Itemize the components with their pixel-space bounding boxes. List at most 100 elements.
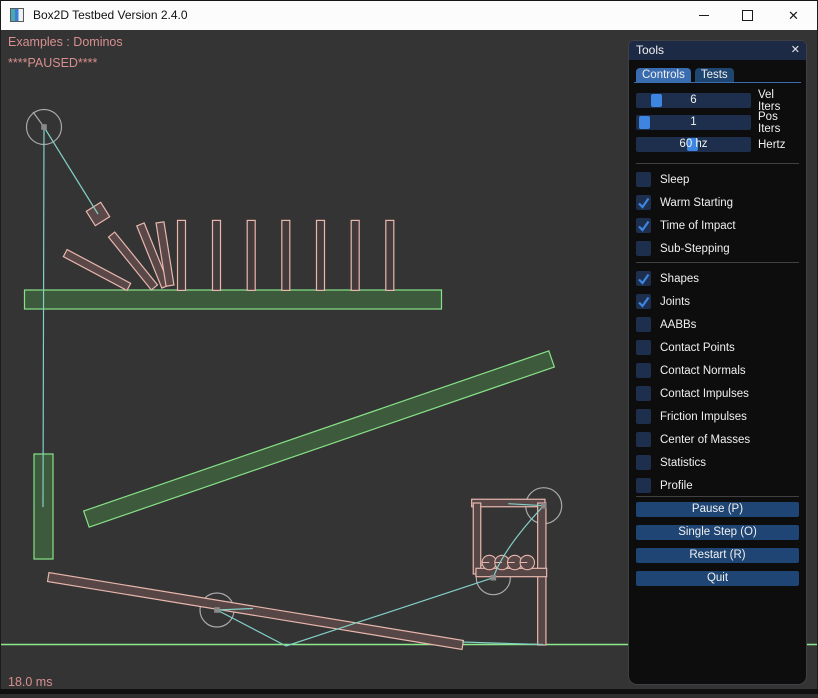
- tab-tests[interactable]: Tests: [695, 68, 734, 82]
- domino-standing[interactable]: [282, 220, 290, 290]
- domino-standing[interactable]: [213, 220, 221, 290]
- checkbox[interactable]: [636, 478, 651, 493]
- domino-platform[interactable]: [25, 290, 442, 309]
- checkbox[interactable]: [636, 172, 651, 187]
- checkbox[interactable]: [636, 241, 651, 256]
- checkbox-row-warm-starting: Warm Starting: [636, 195, 799, 210]
- checkbox[interactable]: [636, 409, 651, 424]
- single-step-o-button[interactable]: Single Step (O): [636, 525, 799, 540]
- action-buttons: Pause (P) Single Step (O) Restart (R) Quit: [636, 502, 799, 586]
- checkbox[interactable]: [636, 195, 651, 210]
- domino-fallen[interactable]: [63, 250, 130, 291]
- checkbox[interactable]: [636, 317, 651, 332]
- checkbox-row-friction-impulses: Friction Impulses: [636, 409, 799, 424]
- minimize-icon: [699, 15, 709, 16]
- maximize-icon: [742, 10, 753, 21]
- app-window: Box2D Testbed Version 2.4.0 ✕ Examples :…: [0, 0, 818, 698]
- checkbox-label: AABBs: [660, 319, 696, 331]
- panel-close-icon[interactable]: ✕: [791, 41, 800, 60]
- domino-standing[interactable]: [386, 220, 394, 290]
- seesaw-plank[interactable]: [48, 573, 464, 650]
- window-title: Box2D Testbed Version 2.4.0: [33, 0, 188, 30]
- separator: [636, 163, 799, 164]
- checkbox[interactable]: [636, 294, 651, 309]
- checkbox-label: Warm Starting: [660, 197, 733, 209]
- slider-label: Vel Iters: [758, 89, 799, 113]
- checkbox-label: Sub-Stepping: [660, 243, 730, 255]
- restart-r-button[interactable]: Restart (R): [636, 548, 799, 563]
- checkbox-label: Time of Impact: [660, 220, 736, 232]
- pause-p-button[interactable]: Pause (P): [636, 502, 799, 517]
- slider-label: Hertz: [758, 139, 785, 151]
- slider-track[interactable]: 6: [636, 93, 751, 108]
- window-border: [0, 0, 1, 698]
- paused-status-label: ****PAUSED****: [8, 56, 97, 70]
- close-button[interactable]: ✕: [771, 0, 816, 30]
- checkbox-label: Profile: [660, 480, 693, 492]
- slider-value: 1: [636, 115, 751, 130]
- tools-panel: Tools ✕ ControlsTests 6Vel Iters1Pos Ite…: [628, 40, 807, 685]
- slider-row-pos-iters: 1Pos Iters: [636, 115, 799, 130]
- checkbox-row-time-of-impact: Time of Impact: [636, 218, 799, 233]
- sim-options-group: Sleep Warm Starting Time of Impact Sub-Step…: [636, 172, 799, 256]
- tab-controls[interactable]: Controls: [636, 68, 691, 82]
- slider-value: 60 hz: [636, 137, 751, 152]
- checkbox-row-sub-stepping: Sub-Stepping: [636, 241, 799, 256]
- tab-bar: Controls Tests: [636, 68, 799, 82]
- checkbox[interactable]: [636, 455, 651, 470]
- checkbox-row-center-of-masses: Center of Masses: [636, 432, 799, 447]
- maximize-button[interactable]: [725, 0, 770, 30]
- minimize-button[interactable]: [681, 0, 726, 30]
- joint-line: [44, 127, 98, 214]
- checkbox-label: Shapes: [660, 273, 699, 285]
- separator: [636, 262, 799, 263]
- checkbox-label: Contact Impulses: [660, 388, 749, 400]
- checkbox[interactable]: [636, 432, 651, 447]
- domino-standing[interactable]: [178, 220, 186, 290]
- checkbox-row-joints: Joints: [636, 294, 799, 309]
- checkbox-label: Friction Impulses: [660, 411, 747, 423]
- slider-track[interactable]: 1: [636, 115, 751, 130]
- checkbox-label: Sleep: [660, 174, 689, 186]
- checkbox-label: Center of Masses: [660, 434, 750, 446]
- joint-anchor: [541, 503, 547, 509]
- domino-standing[interactable]: [247, 220, 255, 290]
- checkbox[interactable]: [636, 271, 651, 286]
- checkbox-row-statistics: Statistics: [636, 455, 799, 470]
- joint-anchor: [214, 607, 220, 613]
- checkbox-row-sleep: Sleep: [636, 172, 799, 187]
- domino-standing[interactable]: [317, 220, 325, 290]
- tools-panel-title: Tools: [636, 43, 664, 57]
- window-border: [0, 0, 818, 1]
- frame-time-label: 18.0 ms: [8, 675, 52, 689]
- joint-line: [43, 127, 44, 507]
- quit-button[interactable]: Quit: [636, 571, 799, 586]
- checkbox-row-contact-impulses: Contact Impulses: [636, 386, 799, 401]
- tools-panel-titlebar[interactable]: Tools ✕: [629, 41, 806, 60]
- close-icon: ✕: [788, 9, 799, 22]
- checkbox[interactable]: [636, 363, 651, 378]
- checkbox-label: Contact Points: [660, 342, 735, 354]
- slider-track[interactable]: 60 hz: [636, 137, 751, 152]
- joint-anchor: [41, 124, 47, 130]
- slider-row-hertz: 60 hz Hertz: [636, 137, 799, 152]
- checkbox-row-profile: Profile: [636, 478, 799, 493]
- titlebar[interactable]: Box2D Testbed Version 2.4.0 ✕: [0, 0, 818, 30]
- checkbox[interactable]: [636, 340, 651, 355]
- tab-underline: [634, 82, 801, 83]
- window-border: [0, 694, 818, 698]
- checkbox-label: Contact Normals: [660, 365, 746, 377]
- checkmark-icon: [637, 196, 650, 209]
- joint-anchor: [491, 575, 497, 581]
- separator: [636, 496, 799, 497]
- checkbox[interactable]: [636, 386, 651, 401]
- slider-row-vel-iters: 6Vel Iters: [636, 93, 799, 108]
- frame-left-bar[interactable]: [473, 503, 481, 574]
- domino-standing[interactable]: [351, 220, 359, 290]
- slider-section: 6Vel Iters 1Pos Iters 60 hz Hertz: [636, 93, 799, 152]
- checkmark-icon: [637, 295, 650, 308]
- checkmark-icon: [637, 219, 650, 232]
- checkbox[interactable]: [636, 218, 651, 233]
- checkbox-row-contact-points: Contact Points: [636, 340, 799, 355]
- checkbox-row-contact-normals: Contact Normals: [636, 363, 799, 378]
